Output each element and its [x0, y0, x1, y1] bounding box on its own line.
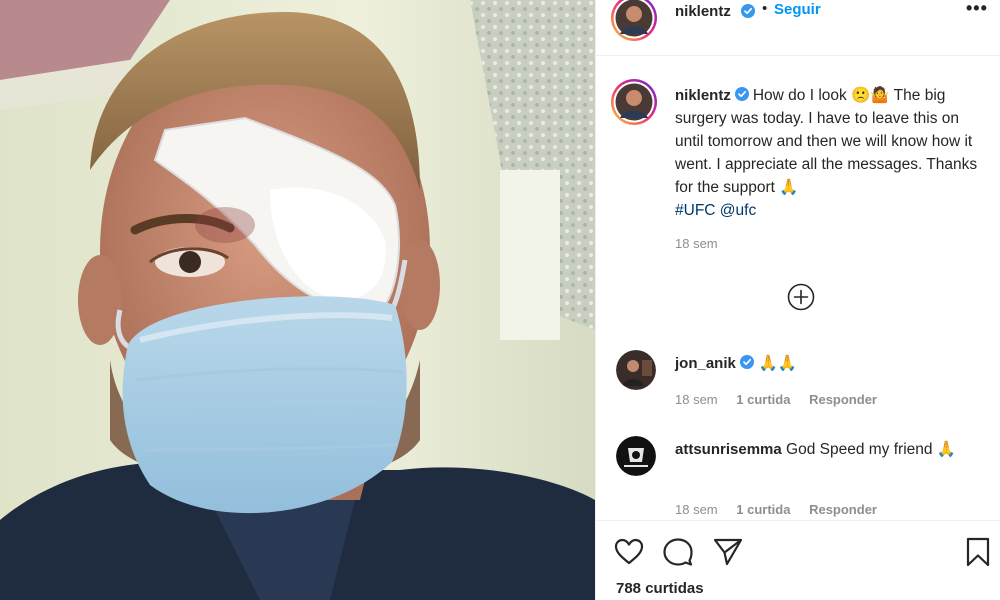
- comment-body: 🙏🙏: [758, 355, 798, 372]
- author-avatar[interactable]: [610, 0, 658, 42]
- heart-icon[interactable]: [613, 536, 645, 568]
- commenter-avatar[interactable]: [616, 436, 656, 476]
- paper-plane-icon[interactable]: [712, 535, 744, 567]
- verified-badge-icon: [734, 87, 749, 101]
- comment-text: attsunrisemma God Speed my friend 🙏: [675, 438, 985, 461]
- comment-bubble-icon[interactable]: [662, 536, 694, 568]
- caption-author-avatar[interactable]: [610, 78, 658, 126]
- verified-badge-icon: [740, 355, 755, 369]
- comment-timestamp[interactable]: 18 sem: [675, 502, 718, 517]
- comment-timestamp[interactable]: 18 sem: [675, 392, 718, 407]
- comment-meta: 18 sem 1 curtida Responder: [675, 392, 892, 407]
- author-username[interactable]: niklentz: [675, 3, 731, 20]
- commenter-username[interactable]: attsunrisemma: [675, 441, 782, 458]
- follow-button[interactable]: Seguir: [774, 1, 821, 18]
- caption-username[interactable]: niklentz: [675, 87, 731, 104]
- post-side-panel: niklentz • Seguir ••• niklentz How do I …: [595, 0, 1000, 600]
- comment-likes[interactable]: 1 curtida: [736, 392, 790, 407]
- hashtag-link[interactable]: #UFC: [675, 202, 715, 219]
- commenter-username[interactable]: jon_anik: [675, 355, 736, 372]
- post-header: niklentz • Seguir •••: [596, 0, 1000, 56]
- bookmark-icon[interactable]: [962, 536, 994, 568]
- more-options-icon[interactable]: •••: [966, 0, 988, 19]
- reply-button[interactable]: Responder: [809, 502, 877, 517]
- plus-circle-icon[interactable]: [787, 283, 815, 311]
- likes-count[interactable]: 788 curtidas: [616, 580, 704, 597]
- comment-body: God Speed my friend 🙏: [786, 441, 957, 458]
- selfie-image: [0, 0, 595, 600]
- post-action-bar: 788 curtidas: [596, 520, 1000, 600]
- commenter-avatar[interactable]: [616, 350, 656, 390]
- comment-likes[interactable]: 1 curtida: [736, 502, 790, 517]
- comment-meta: 18 sem 1 curtida Responder: [675, 502, 892, 517]
- verified-badge-icon: [741, 4, 755, 18]
- mention-link[interactable]: @ufc: [720, 202, 756, 219]
- post-photo[interactable]: [0, 0, 595, 600]
- caption-text: niklentz How do I look 🙁🤷 The big surgery…: [675, 84, 985, 222]
- separator-dot: •: [762, 0, 768, 17]
- comment-text: jon_anik 🙏🙏: [675, 352, 985, 375]
- reply-button[interactable]: Responder: [809, 392, 877, 407]
- caption-timestamp[interactable]: 18 sem: [675, 236, 718, 251]
